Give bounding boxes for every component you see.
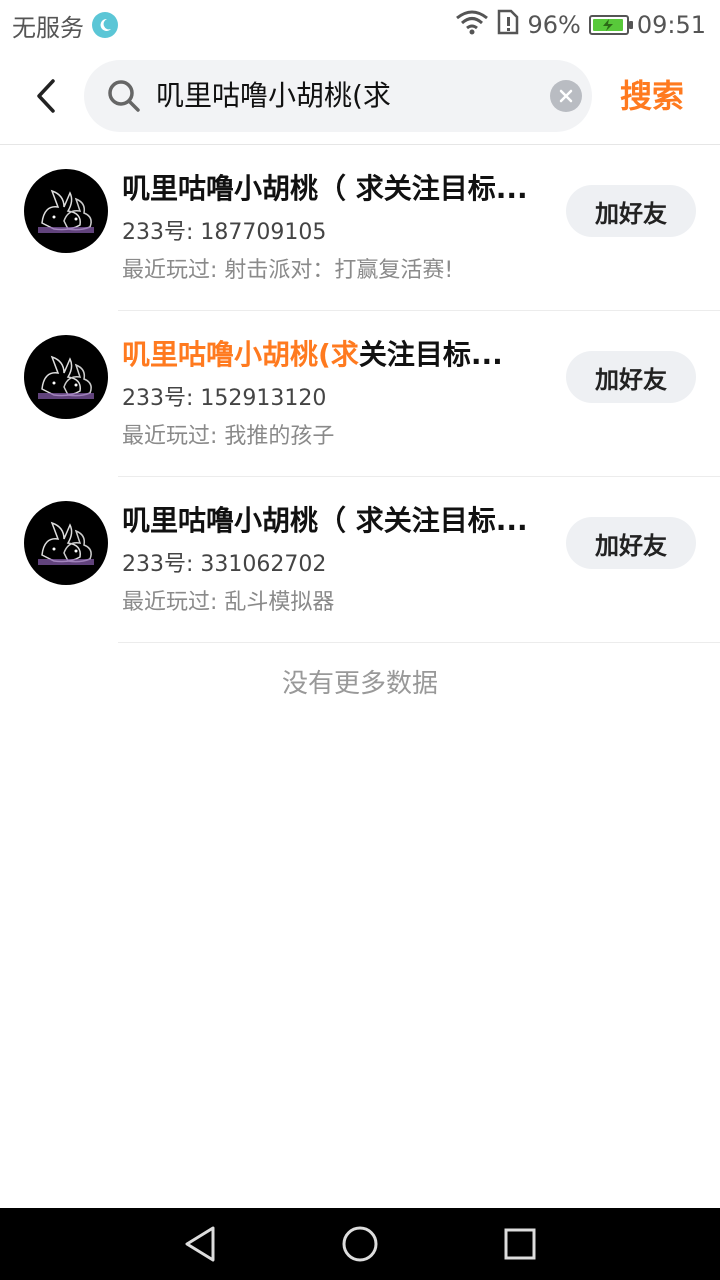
list-item[interactable]: 叽里咕噜小胡桃(求关注目标... 233号: 152913120 最近玩过: 我… — [0, 311, 720, 477]
result-recent-game: 最近玩过: 射击派对：打赢复活赛! — [122, 258, 454, 283]
nav-home-button[interactable] — [340, 1224, 380, 1264]
result-name[interactable]: 叽里咕噜小胡桃(求关注目标... — [122, 333, 542, 377]
search-box[interactable] — [84, 60, 592, 132]
search-input[interactable] — [156, 60, 536, 132]
wifi-icon — [455, 9, 489, 41]
chevron-left-icon — [37, 79, 55, 113]
avatar[interactable] — [24, 501, 108, 585]
list-item[interactable]: 叽里咕噜小胡桃（ 求关注目标... 233号: 331062702 最近玩过: … — [0, 477, 720, 643]
no-more-data-text: 没有更多数据 — [281, 669, 438, 699]
status-left: 无服务 — [12, 8, 118, 43]
battery-icon — [588, 15, 633, 35]
avatar[interactable] — [24, 335, 108, 419]
name-highlight: 叽里咕噜小胡桃(求 — [122, 338, 359, 371]
sim-alert-icon — [497, 9, 519, 41]
result-name[interactable]: 叽里咕噜小胡桃（ 求关注目标... — [122, 499, 542, 543]
result-id: 233号: 187709105 — [122, 220, 327, 245]
add-friend-button[interactable]: 加好友 — [566, 517, 696, 569]
nav-back-button[interactable] — [180, 1224, 220, 1264]
status-right: 96% 09:51 — [455, 9, 706, 41]
status-bar: 无服务 96% 09:51 — [0, 0, 720, 50]
circle-home-icon — [342, 1226, 378, 1262]
result-list: 叽里咕噜小胡桃（ 求关注目标... 233号: 187709105 最近玩过: … — [0, 145, 720, 699]
clear-icon — [559, 89, 573, 103]
divider — [118, 642, 720, 643]
triangle-back-icon — [185, 1226, 215, 1262]
moon-icon — [92, 12, 118, 38]
search-header: 搜索 — [0, 56, 720, 145]
clear-button[interactable] — [550, 80, 582, 112]
result-recent-game: 最近玩过: 乱斗模拟器 — [122, 590, 335, 615]
back-button[interactable] — [24, 74, 68, 118]
add-friend-button[interactable]: 加好友 — [566, 351, 696, 403]
list-item[interactable]: 叽里咕噜小胡桃（ 求关注目标... 233号: 187709105 最近玩过: … — [0, 145, 720, 311]
nav-recent-button[interactable] — [500, 1224, 540, 1264]
search-icon — [108, 80, 140, 112]
battery-percent: 96% — [527, 11, 581, 39]
result-id: 233号: 152913120 — [122, 386, 327, 411]
avatar[interactable] — [24, 169, 108, 253]
name-rest: 关注目标... — [358, 338, 503, 371]
result-id: 233号: 331062702 — [122, 552, 327, 577]
result-recent-game: 最近玩过: 我推的孩子 — [122, 424, 335, 449]
navigation-bar — [0, 1208, 720, 1280]
clock-text: 09:51 — [636, 11, 706, 39]
battery-level — [592, 19, 624, 31]
result-name[interactable]: 叽里咕噜小胡桃（ 求关注目标... — [122, 167, 542, 211]
search-submit-button[interactable]: 搜索 — [620, 74, 684, 118]
add-friend-button[interactable]: 加好友 — [566, 185, 696, 237]
carrier-text: 无服务 — [12, 13, 84, 42]
name-rest: 叽里咕噜小胡桃（ 求关注目标... — [122, 172, 528, 205]
name-rest: 叽里咕噜小胡桃（ 求关注目标... — [122, 504, 528, 537]
square-recent-icon — [504, 1228, 536, 1260]
